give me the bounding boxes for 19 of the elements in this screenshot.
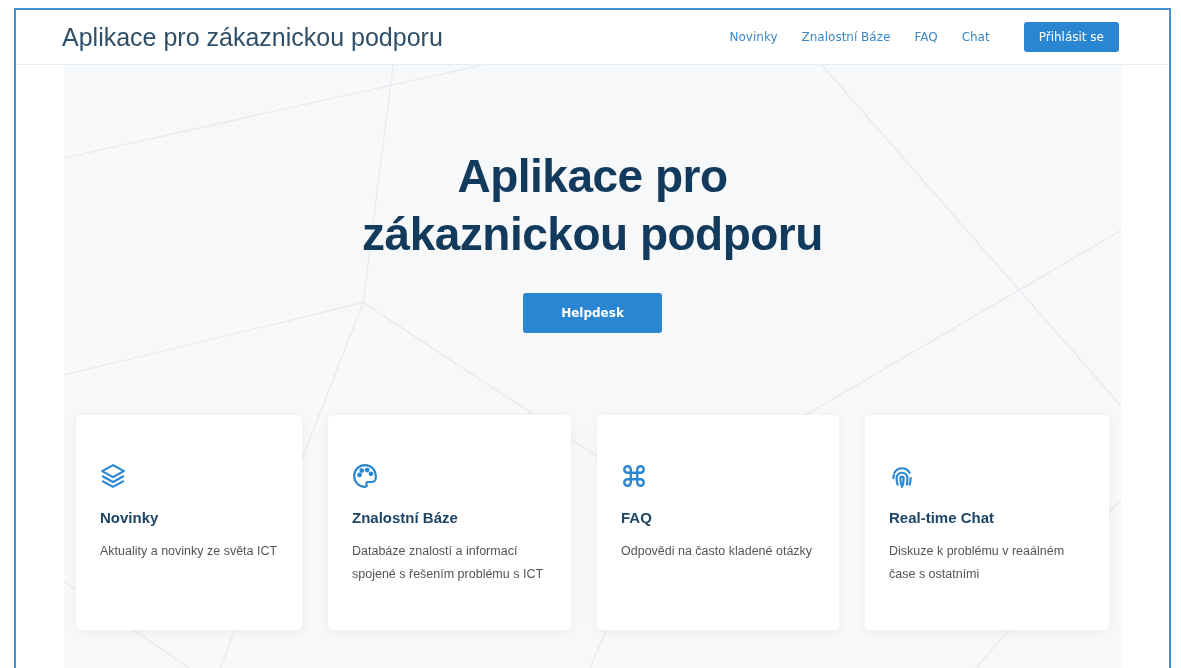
feature-description: Odpovědi na často kladené otázky bbox=[621, 543, 814, 560]
feature-description: Aktuality a novinky ze světa ICT bbox=[100, 543, 278, 560]
feature-title: Novinky bbox=[100, 509, 160, 526]
command-icon bbox=[621, 463, 647, 489]
helpdesk-button[interactable]: Helpdesk bbox=[523, 293, 662, 333]
nav-link[interactable]: Znalostní Báze bbox=[801, 30, 891, 44]
hero-title: Aplikace pro zákaznickou podporu bbox=[362, 149, 823, 262]
nav-link[interactable]: Chat bbox=[961, 30, 990, 44]
feature-description: Databáze znalostí a informací spojené s řešením problému s ICT bbox=[352, 543, 545, 583]
nav-link[interactable]: FAQ bbox=[914, 30, 938, 44]
feature-title: FAQ bbox=[621, 509, 653, 526]
login-button[interactable]: Přihlásit se bbox=[1023, 22, 1119, 52]
nav-link[interactable]: Novinky bbox=[729, 30, 778, 44]
feature-title: Real-time Chat bbox=[889, 509, 996, 526]
feature-title: Znalostní Báze bbox=[352, 509, 459, 526]
site-title: Aplikace pro zákaznickou podporu bbox=[62, 22, 443, 52]
feature-description: Diskuze k problému v reaálném čase s ostatními bbox=[889, 543, 1066, 583]
layers-icon bbox=[100, 463, 126, 489]
palette-icon bbox=[352, 463, 378, 489]
